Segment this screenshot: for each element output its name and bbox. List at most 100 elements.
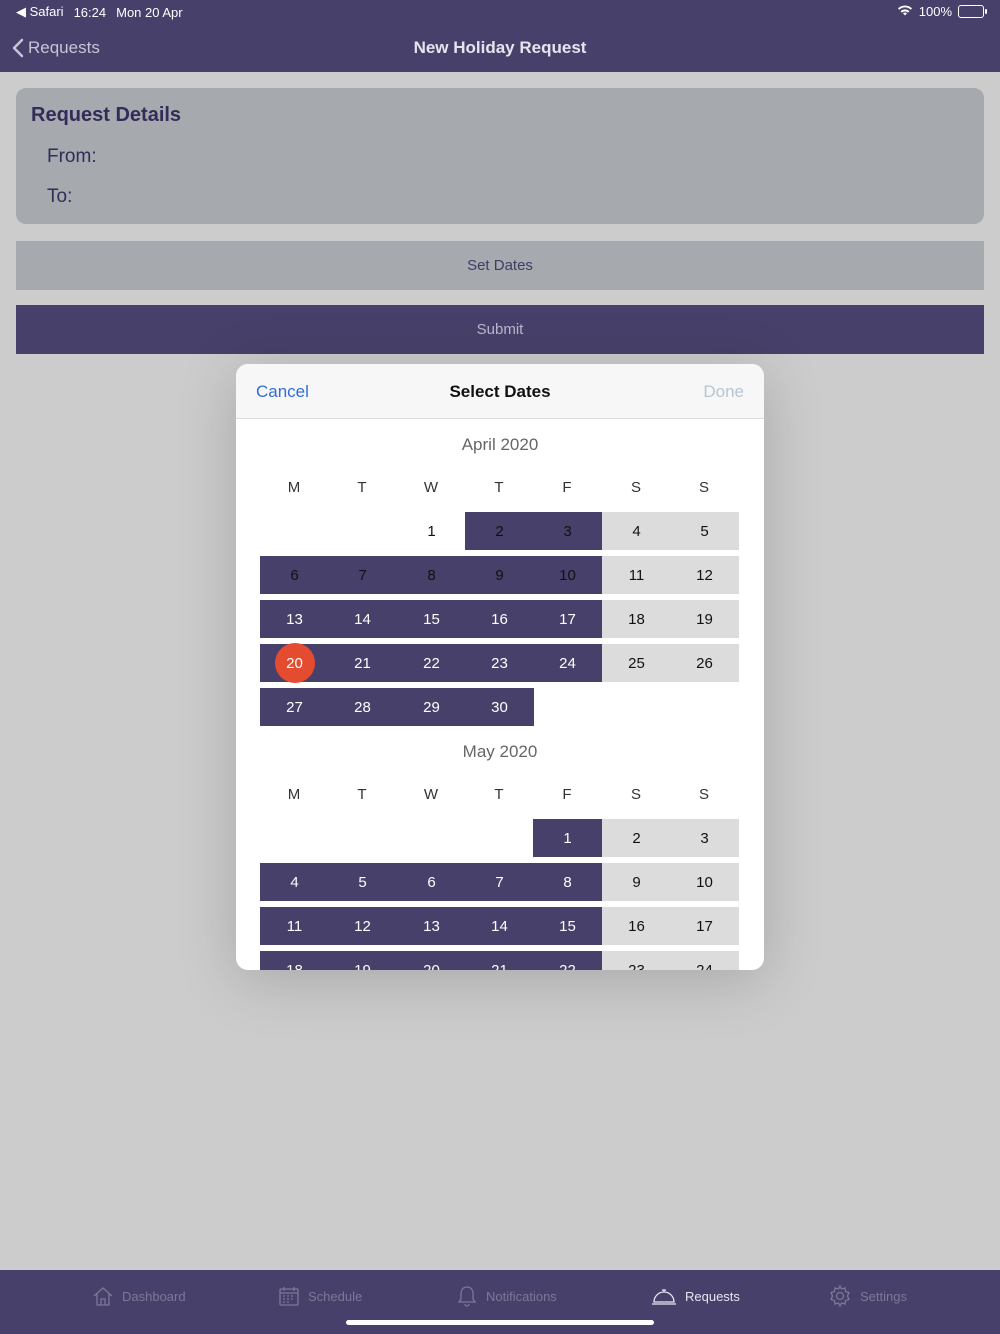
calendar-day[interactable]: 11 bbox=[260, 907, 329, 945]
calendar-day[interactable]: 29 bbox=[397, 688, 466, 726]
request-details-card: Request Details From: To: bbox=[16, 88, 984, 224]
weekday-header: M bbox=[287, 479, 301, 496]
calendar-day[interactable]: 16 bbox=[602, 907, 671, 945]
from-label: From: bbox=[47, 146, 97, 167]
select-dates-modal: Cancel Select Dates Done April 2020 M T W T F… bbox=[236, 364, 764, 970]
calendar-day[interactable]: 2 bbox=[602, 819, 671, 857]
calendar-day[interactable]: 5 bbox=[670, 512, 739, 550]
calendar-day[interactable]: 9 bbox=[465, 556, 534, 594]
tab-dashboard[interactable]: Dashboard bbox=[92, 1282, 186, 1310]
calendar-day[interactable]: 13 bbox=[260, 600, 329, 638]
set-dates-button[interactable]: Set Dates bbox=[16, 241, 984, 290]
wifi-icon bbox=[897, 4, 913, 19]
calendar-day[interactable]: 10 bbox=[670, 863, 739, 901]
back-to-safari[interactable]: ◀ Safari bbox=[16, 4, 64, 20]
calendar-day[interactable]: 6 bbox=[397, 863, 466, 901]
calendar-day[interactable]: 17 bbox=[533, 600, 602, 638]
tab-schedule[interactable]: Schedule bbox=[278, 1282, 362, 1310]
calendar-day[interactable]: 23 bbox=[602, 951, 671, 970]
tab-settings[interactable]: Settings bbox=[828, 1282, 907, 1310]
calendar-day[interactable]: 4 bbox=[260, 863, 329, 901]
calendar-day[interactable]: 5 bbox=[328, 863, 397, 901]
calendar-day[interactable]: 16 bbox=[465, 600, 534, 638]
calendar-day[interactable]: 1 bbox=[397, 512, 466, 550]
calendar-day[interactable]: 15 bbox=[533, 907, 602, 945]
calendar-day[interactable]: 7 bbox=[328, 556, 397, 594]
weekday-header: S bbox=[630, 786, 641, 803]
calendar-day[interactable]: 8 bbox=[397, 556, 466, 594]
home-indicator bbox=[346, 1320, 654, 1325]
calendar-day[interactable]: 19 bbox=[670, 600, 739, 638]
calendar-month: April 2020 M T W T F S S 1 2 3 4 5 6 7 8 9 10 11 12 13 14 15 16… bbox=[236, 420, 764, 730]
tab-label: Settings bbox=[860, 1288, 907, 1304]
modal-title: Select Dates bbox=[449, 382, 551, 401]
calendar-day[interactable]: 25 bbox=[602, 644, 671, 682]
calendar-day[interactable]: 22 bbox=[397, 644, 466, 682]
calendar-day[interactable]: 28 bbox=[328, 688, 397, 726]
to-label: To: bbox=[47, 186, 73, 207]
calendar-day[interactable]: 6 bbox=[260, 556, 329, 594]
calendar-day[interactable]: 14 bbox=[328, 600, 397, 638]
calendar-day[interactable]: 23 bbox=[465, 644, 534, 682]
status-bar: ◀ Safari 16:24 Mon 20 Apr 100% bbox=[0, 0, 1000, 24]
calendar-day[interactable]: 12 bbox=[670, 556, 739, 594]
calendar-day[interactable]: 8 bbox=[533, 863, 602, 901]
calendar-day[interactable]: 27 bbox=[260, 688, 329, 726]
calendar-day[interactable]: 11 bbox=[602, 556, 671, 594]
calendar-day[interactable]: 12 bbox=[328, 907, 397, 945]
calendar-day[interactable]: 13 bbox=[397, 907, 466, 945]
calendar-day[interactable]: 3 bbox=[533, 512, 602, 550]
calendar-day[interactable]: 4 bbox=[602, 512, 671, 550]
calendar-day[interactable]: 30 bbox=[465, 688, 534, 726]
tab-label: Dashboard bbox=[122, 1288, 186, 1304]
calendar-day[interactable]: 3 bbox=[670, 819, 739, 857]
calendar-day[interactable]: 2 bbox=[465, 512, 534, 550]
calendar-day[interactable]: 7 bbox=[465, 863, 534, 901]
month-title: April 2020 bbox=[461, 435, 539, 454]
battery-percent: 100% bbox=[918, 4, 952, 19]
weekday-header: W bbox=[423, 479, 439, 496]
page-title: New Holiday Request bbox=[413, 38, 587, 57]
tab-requests[interactable]: Requests bbox=[651, 1282, 740, 1310]
tab-label: Notifications bbox=[486, 1288, 557, 1304]
tab-notifications[interactable]: Notifications bbox=[456, 1282, 557, 1310]
calendar-day[interactable]: 9 bbox=[602, 863, 671, 901]
calendar-day[interactable]: 19 bbox=[328, 951, 397, 970]
calendar-day[interactable]: 18 bbox=[260, 951, 329, 970]
weekday-header: T bbox=[494, 786, 504, 803]
done-button[interactable]: Done bbox=[703, 382, 744, 402]
battery-icon bbox=[958, 5, 987, 18]
weekday-header: S bbox=[698, 786, 709, 803]
weekday-header: F bbox=[562, 786, 572, 803]
calendar-day[interactable]: 1 bbox=[533, 819, 602, 857]
service-bell-icon bbox=[652, 1289, 676, 1305]
calendar-day[interactable]: 26 bbox=[670, 644, 739, 682]
tab-label: Schedule bbox=[308, 1288, 363, 1304]
calendar-day[interactable]: 24 bbox=[670, 951, 739, 970]
submit-button[interactable]: Submit bbox=[16, 305, 984, 354]
calendar-day[interactable]: 20 bbox=[397, 951, 466, 970]
weekday-header: S bbox=[630, 479, 641, 496]
calendar-day[interactable]: 10 bbox=[533, 556, 602, 594]
calendar-day[interactable]: 21 bbox=[328, 644, 397, 682]
calendar-day[interactable]: 14 bbox=[465, 907, 534, 945]
weekday-header: M bbox=[287, 786, 301, 803]
calendar-day[interactable]: 15 bbox=[397, 600, 466, 638]
bell-icon bbox=[457, 1286, 477, 1307]
calendar-day[interactable]: 21 bbox=[465, 951, 534, 970]
calendar-scroll[interactable]: April 2020 M T W T F S S 1 2 3 4 5 6 7 8 9 10 11 12 13 14 15 16… bbox=[236, 420, 764, 970]
request-details-title: Request Details bbox=[31, 104, 182, 126]
calendar-day[interactable]: 18 bbox=[602, 600, 671, 638]
calendar-day[interactable]: 22 bbox=[533, 951, 602, 970]
calendar-day[interactable]: 24 bbox=[533, 644, 602, 682]
calendar-day[interactable]: 17 bbox=[670, 907, 739, 945]
top-bar: ◀ Safari 16:24 Mon 20 Apr 100% Requests … bbox=[0, 0, 1000, 72]
weekday-header: T bbox=[494, 479, 504, 496]
weekday-header: W bbox=[423, 786, 439, 803]
gear-icon bbox=[830, 1284, 850, 1308]
modal-header: Cancel Select Dates Done bbox=[236, 364, 764, 419]
calendar-day[interactable]: 20 bbox=[260, 643, 329, 683]
tab-label: Requests bbox=[685, 1288, 740, 1304]
status-time: 16:24 bbox=[73, 4, 107, 20]
weekday-header: T bbox=[357, 786, 367, 803]
